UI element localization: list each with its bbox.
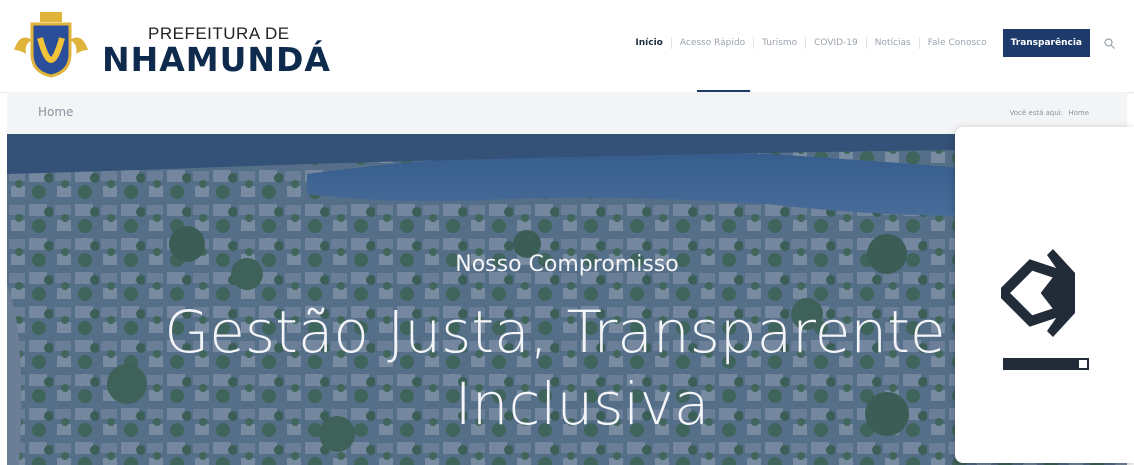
hero-title: Gestão Justa, Transparente e Inclusiva (164, 298, 1000, 438)
site-header: PREFEITURA DE NHAMUNDÁ Início Acesso Ráp… (0, 0, 1134, 93)
nav-inicio[interactable]: Início (627, 37, 672, 49)
city-crest-icon (14, 12, 88, 78)
breadcrumb: Você está aqui: Home (1007, 109, 1090, 117)
unity-logo-icon (1001, 249, 1075, 337)
breadcrumb-home-link[interactable]: Home (1068, 109, 1089, 117)
nav-acesso-rapido[interactable]: Acesso Rápido (672, 37, 755, 49)
search-icon[interactable] (1100, 34, 1118, 52)
main-nav: Início Acesso Rápido Turismo COVID-19 No… (627, 28, 1118, 58)
page-title: Home (38, 105, 74, 119)
unity-loading-panel (955, 127, 1134, 463)
nav-covid[interactable]: COVID-19 (806, 37, 867, 49)
loading-progress-bar (1003, 358, 1089, 370)
nav-noticias[interactable]: Notícias (867, 37, 920, 49)
progress-bar-end (1079, 360, 1087, 368)
nav-fale-conosco[interactable]: Fale Conosco (920, 37, 995, 49)
breadcrumb-prefix: Você está aqui: (1009, 109, 1064, 117)
site-logo[interactable]: PREFEITURA DE NHAMUNDÁ (10, 10, 330, 80)
transparencia-button[interactable]: Transparência (1002, 29, 1090, 57)
nav-turismo[interactable]: Turismo (754, 37, 807, 49)
logo-title: NHAMUNDÁ (102, 40, 331, 79)
